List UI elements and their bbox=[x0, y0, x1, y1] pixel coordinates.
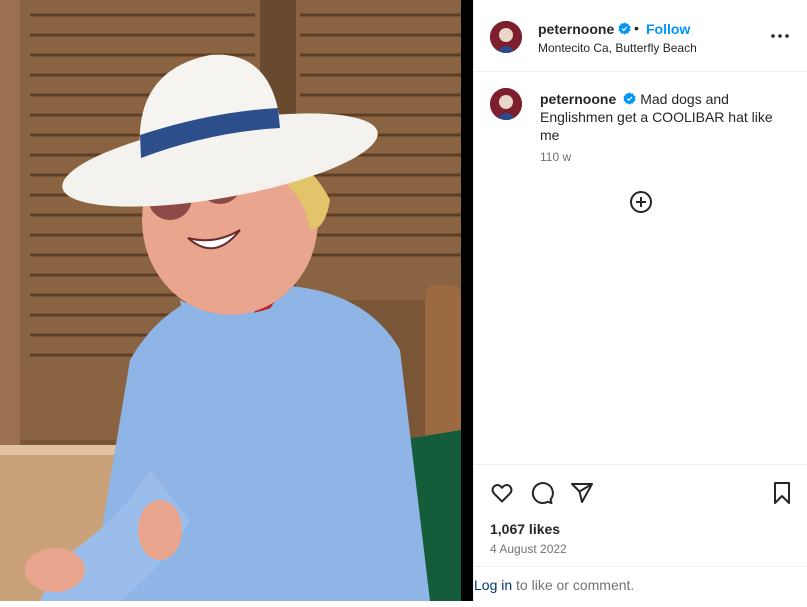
share-icon[interactable] bbox=[570, 481, 594, 505]
post-photo[interactable] bbox=[0, 0, 461, 601]
caption-username[interactable]: peternoone bbox=[540, 91, 616, 107]
avatar-image bbox=[490, 88, 522, 120]
add-circle-icon[interactable] bbox=[629, 190, 653, 214]
caption-avatar[interactable] bbox=[490, 88, 522, 120]
follow-button[interactable]: Follow bbox=[646, 21, 690, 37]
avatar[interactable] bbox=[490, 21, 522, 53]
verified-badge-icon bbox=[623, 92, 636, 105]
dot-separator: • bbox=[634, 20, 639, 36]
post-caption: peternoone Mad dogs and Englishmen get a… bbox=[540, 90, 780, 144]
bookmark-icon[interactable] bbox=[770, 481, 794, 505]
login-prompt: Log in to like or comment. bbox=[474, 566, 807, 601]
post-side-panel: peternoone • Follow Montecito Ca, Butter… bbox=[473, 0, 807, 601]
avatar-image bbox=[490, 21, 522, 53]
bottom-strip bbox=[0, 601, 807, 607]
post-header: peternoone • Follow Montecito Ca, Butter… bbox=[474, 0, 807, 72]
comment-icon[interactable] bbox=[530, 481, 554, 505]
post-actions: 1,067 likes 4 August 2022 bbox=[474, 464, 807, 566]
post-username[interactable]: peternoone bbox=[538, 21, 614, 37]
post-date[interactable]: 4 August 2022 bbox=[490, 542, 567, 556]
post-location[interactable]: Montecito Ca, Butterfly Beach bbox=[538, 41, 697, 55]
photo-image bbox=[0, 0, 461, 601]
caption-time: 110 w bbox=[540, 150, 572, 164]
more-options-icon[interactable] bbox=[770, 26, 790, 46]
login-prompt-text: to like or comment. bbox=[512, 577, 635, 593]
verified-badge-icon bbox=[618, 22, 631, 35]
like-count[interactable]: 1,067 likes bbox=[490, 521, 560, 537]
media-side-gap bbox=[461, 0, 473, 601]
heart-icon[interactable] bbox=[490, 481, 514, 505]
login-link[interactable]: Log in bbox=[474, 577, 512, 593]
